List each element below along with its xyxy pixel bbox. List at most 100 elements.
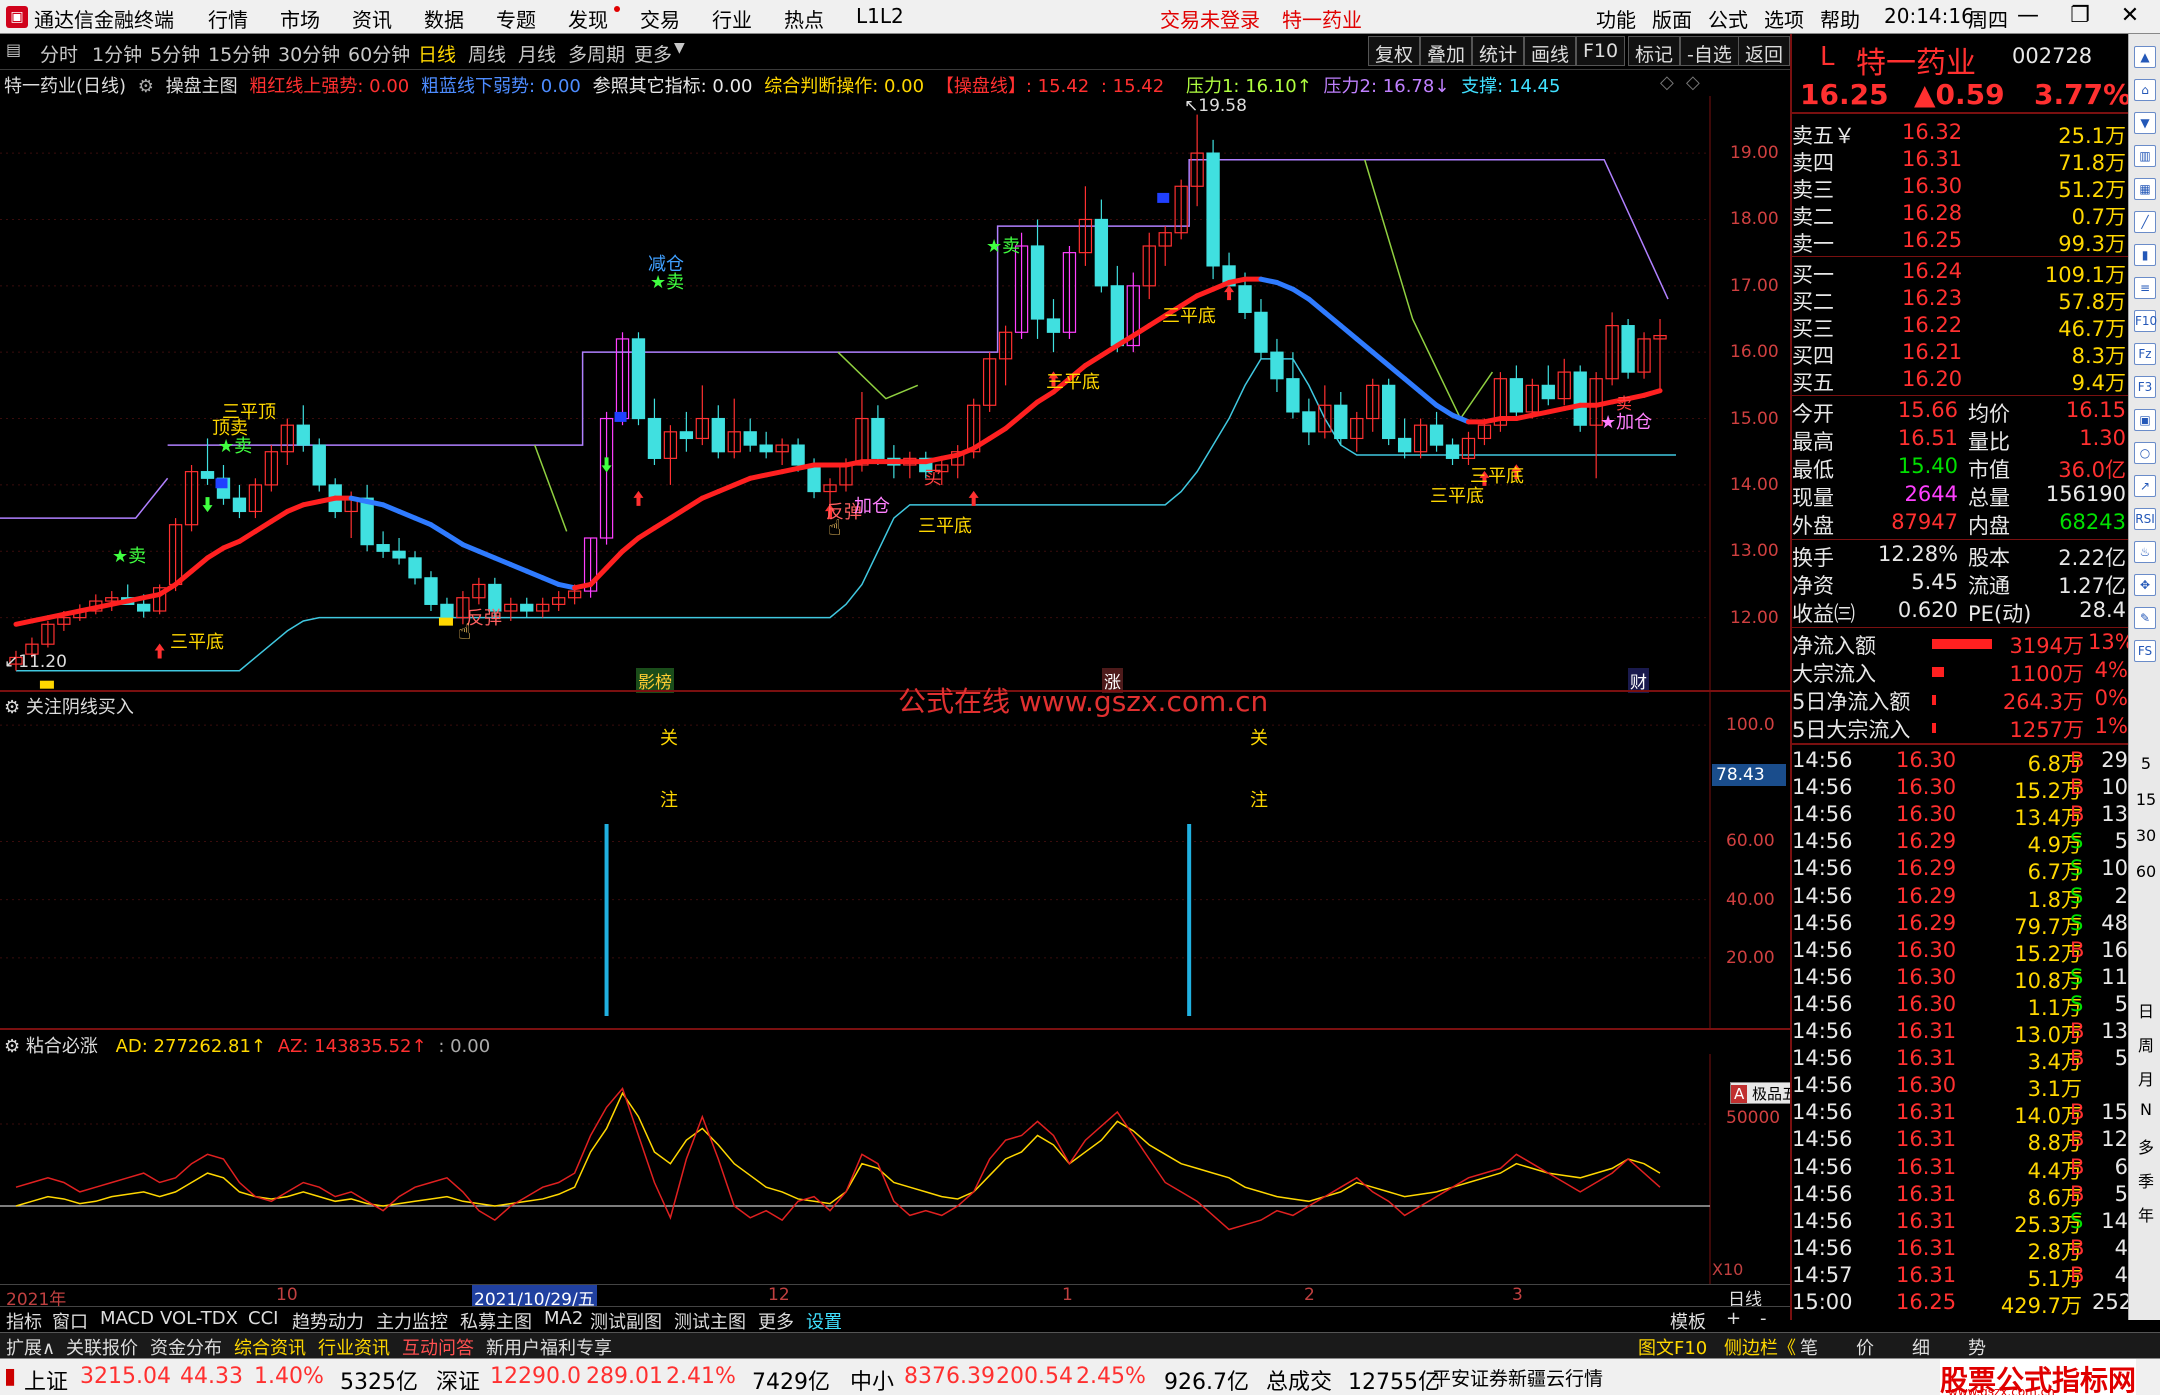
chevron-down-icon[interactable]: ▼ bbox=[674, 40, 685, 56]
down-arrow-icon[interactable]: ▼ bbox=[2134, 112, 2156, 134]
fs-icon[interactable]: FS bbox=[2134, 640, 2156, 662]
tab-cci[interactable]: CCI bbox=[248, 1308, 278, 1329]
chart-icon[interactable]: ▥ bbox=[2134, 145, 2156, 167]
menu-redian[interactable]: 热点 bbox=[784, 4, 824, 33]
tab-ma2[interactable]: MA2 bbox=[544, 1308, 583, 1329]
period-multi[interactable]: 多周期 bbox=[568, 40, 625, 67]
collapse-icon[interactable]: ▤ bbox=[6, 40, 21, 59]
period-monthly[interactable]: 月线 bbox=[518, 40, 556, 67]
main-candle-chart[interactable] bbox=[0, 96, 1790, 690]
period-15min[interactable]: 15分钟 bbox=[208, 40, 270, 67]
ext-zijin[interactable]: 资金分布 bbox=[150, 1334, 222, 1360]
menu-shuju[interactable]: 数据 bbox=[424, 4, 464, 33]
side-period[interactable]: 日 bbox=[2135, 998, 2157, 1022]
tab-ceshi-zhu[interactable]: 测试主图 bbox=[674, 1308, 746, 1334]
circle-icon[interactable]: ○ bbox=[2134, 442, 2156, 464]
biaoji-button[interactable]: 标记 bbox=[1628, 36, 1681, 66]
menu-shichang[interactable]: 市场 bbox=[280, 4, 320, 33]
minus-button[interactable]: - bbox=[1760, 1308, 1767, 1329]
period-1min[interactable]: 1分钟 bbox=[92, 40, 142, 67]
plus-button[interactable]: + bbox=[1726, 1308, 1741, 1329]
legend-gear-icon[interactable]: ⚙ bbox=[138, 76, 154, 97]
trend-icon[interactable]: ↗ bbox=[2134, 475, 2156, 497]
sz-name[interactable]: 深证 bbox=[436, 1364, 480, 1395]
menu-bangzhu[interactable]: 帮助 bbox=[1820, 4, 1860, 33]
ext-sidebar[interactable]: 侧边栏《 bbox=[1724, 1334, 1796, 1360]
legend-indicator[interactable]: 操盘主图 bbox=[166, 76, 238, 97]
ime-a-icon[interactable]: A bbox=[1731, 1085, 1748, 1103]
side-num[interactable]: 15 bbox=[2135, 790, 2157, 809]
zx-name[interactable]: 中小 bbox=[850, 1364, 894, 1395]
ext-shi[interactable]: 势 bbox=[1968, 1334, 1986, 1360]
tab-zhibiao[interactable]: 指标 bbox=[6, 1308, 42, 1334]
fuquan-button[interactable]: 复权 bbox=[1368, 36, 1421, 66]
template-button[interactable]: 模板 bbox=[1670, 1308, 1706, 1334]
side-period[interactable]: 季 bbox=[2135, 1168, 2157, 1192]
ext-hudong[interactable]: 互动问答 bbox=[402, 1334, 474, 1360]
menu-zhuanti[interactable]: 专题 bbox=[496, 4, 536, 33]
tab-ceshi-fu[interactable]: 测试副图 bbox=[590, 1308, 662, 1334]
menu-hangye[interactable]: 行业 bbox=[712, 4, 752, 33]
menu-banmian[interactable]: 版面 bbox=[1652, 4, 1692, 33]
tab-macd[interactable]: MACD bbox=[100, 1308, 154, 1329]
kline-icon[interactable]: ▮ bbox=[2134, 244, 2156, 266]
sub2-chart[interactable] bbox=[0, 1054, 1790, 1284]
ext-xi[interactable]: 细 bbox=[1912, 1334, 1930, 1360]
ext-xinyonghu[interactable]: 新用户福利专享 bbox=[486, 1334, 612, 1360]
f2-icon[interactable]: Fz bbox=[2134, 343, 2156, 365]
ext-expand[interactable]: 扩展∧ bbox=[6, 1334, 55, 1360]
tab-vol-tdx[interactable]: VOL-TDX bbox=[160, 1308, 238, 1329]
fire-icon[interactable]: ♨ bbox=[2134, 541, 2156, 563]
menu-faxian[interactable]: 发现 bbox=[568, 4, 608, 33]
side-num[interactable]: 30 bbox=[2135, 826, 2157, 845]
ext-guanlian[interactable]: 关联报价 bbox=[66, 1334, 138, 1360]
tab-chuangkou[interactable]: 窗口 bbox=[52, 1308, 88, 1334]
period-60min[interactable]: 60分钟 bbox=[348, 40, 410, 67]
pen-icon[interactable]: ✎ bbox=[2134, 607, 2156, 629]
period-5min[interactable]: 5分钟 bbox=[150, 40, 200, 67]
side-num[interactable]: 60 bbox=[2135, 862, 2157, 881]
ext-jia[interactable]: 价 bbox=[1856, 1334, 1874, 1360]
menu-jiaoyi[interactable]: 交易 bbox=[640, 4, 680, 33]
menu-l1l2[interactable]: L1L2 bbox=[856, 4, 904, 28]
sub1-chart[interactable] bbox=[0, 692, 1790, 1028]
f10-icon[interactable]: F10 bbox=[2134, 310, 2157, 332]
ext-hangye[interactable]: 行业资讯 bbox=[318, 1334, 390, 1360]
login-status[interactable]: 交易未登录 bbox=[1160, 4, 1260, 33]
home-icon[interactable]: ⌂ bbox=[2134, 79, 2156, 101]
period-more[interactable]: 更多 bbox=[634, 40, 672, 67]
close-icon[interactable]: ✕ bbox=[2110, 0, 2150, 34]
f10-button[interactable]: F10 bbox=[1576, 36, 1626, 66]
period-weekly[interactable]: 周线 bbox=[468, 40, 506, 67]
list-icon[interactable]: ≡ bbox=[2134, 277, 2156, 299]
side-num[interactable]: 5 bbox=[2135, 754, 2157, 773]
period-30min[interactable]: 30分钟 bbox=[278, 40, 340, 67]
tab-qushi[interactable]: 趋势动力 bbox=[292, 1308, 364, 1334]
rsi-icon[interactable]: RSI bbox=[2134, 508, 2156, 530]
calc-icon[interactable]: ▣ bbox=[2134, 409, 2156, 431]
pane-divider-2[interactable] bbox=[0, 1028, 1790, 1030]
tongji-button[interactable]: 统计 bbox=[1472, 36, 1525, 66]
move-icon[interactable]: ✥ bbox=[2134, 574, 2156, 596]
ext-bi[interactable]: 笔 bbox=[1800, 1334, 1818, 1360]
side-period[interactable]: 多 bbox=[2135, 1134, 2157, 1158]
sh-name[interactable]: 上证 bbox=[24, 1364, 68, 1395]
menu-hangqing[interactable]: 行情 bbox=[208, 4, 248, 33]
f3-icon[interactable]: F3 bbox=[2134, 376, 2156, 398]
zixuan-button[interactable]: -自选 bbox=[1680, 36, 1739, 66]
table-icon[interactable]: ▦ bbox=[2134, 178, 2156, 200]
diamond-icon[interactable]: ◇ bbox=[1660, 72, 1674, 93]
menu-gongshi[interactable]: 公式 bbox=[1708, 4, 1748, 33]
restore-icon[interactable]: ❐ bbox=[2060, 0, 2100, 34]
period-fenshi[interactable]: 分时 bbox=[40, 40, 78, 67]
side-period[interactable]: 周 bbox=[2135, 1032, 2157, 1056]
up-arrow-icon[interactable]: ▲ bbox=[2134, 46, 2156, 68]
menu-xuanxiang[interactable]: 选项 bbox=[1764, 4, 1804, 33]
diejia-button[interactable]: 叠加 bbox=[1420, 36, 1473, 66]
side-period[interactable]: 月 bbox=[2135, 1066, 2157, 1090]
period-daily[interactable]: 日线 bbox=[418, 40, 456, 67]
ext-zonghe[interactable]: 综合资讯 bbox=[234, 1334, 306, 1360]
line-icon[interactable]: ╱ bbox=[2134, 211, 2156, 233]
diamond-icon-2[interactable]: ◇ bbox=[1686, 72, 1700, 93]
menu-zixun[interactable]: 资讯 bbox=[352, 4, 392, 33]
